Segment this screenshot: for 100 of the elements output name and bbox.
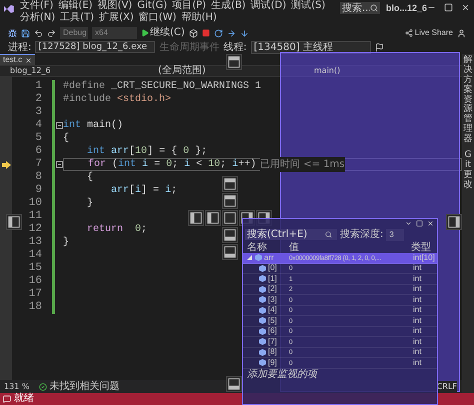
close-icon[interactable] [427,220,434,227]
code-line: { [63,132,70,146]
code-line: } [63,236,70,250]
add-watch-item[interactable]: 添加要监视的项 [243,368,437,380]
search-depth-dropdown[interactable]: 3 [386,228,404,240]
code-line: return 0; [86,223,148,237]
column-header[interactable]: 类型 [411,240,431,254]
watch-type: int [413,338,422,346]
save-icon[interactable] [21,28,30,38]
watch-name: [6] [268,327,277,336]
line-number: 14 [28,248,42,262]
dock-top-icon[interactable] [226,54,242,70]
fold-icon[interactable] [56,122,62,129]
search-icon [325,231,332,238]
zoom-level[interactable]: 131 % [4,380,30,392]
member-dropdown[interactable]: main() [314,67,340,75]
redo-icon[interactable] [47,28,56,38]
dock-top-icon[interactable] [222,193,238,209]
line-number: 12 [28,222,42,236]
menu-item[interactable]: 视图(V) [96,0,134,12]
column-header[interactable]: 值 [289,240,411,254]
issues-status[interactable]: 未找到相关问题 [39,379,120,394]
undo-icon[interactable] [34,28,43,38]
menu-item[interactable]: 帮助(H) [179,12,219,24]
code-line: #include <stdio.h> [63,92,172,107]
search-icon [370,4,378,12]
dock-left-icon[interactable] [188,210,204,226]
maximize-icon[interactable] [416,220,423,227]
dock-bottom-icon[interactable] [222,227,238,243]
app-logo-icon [3,3,15,15]
live-share-button[interactable]: Live Share [404,27,453,39]
dropdown-icon[interactable] [405,220,412,227]
step-icon[interactable] [226,28,236,38]
flag-icon[interactable] [374,42,384,52]
watch-type: int [413,348,422,356]
continue-button[interactable]: 继续(C) [141,28,185,38]
menu-item[interactable]: 扩展(X) [97,12,136,24]
close-tab-icon[interactable] [25,56,32,64]
dock-top-icon[interactable] [222,176,238,192]
configuration-dropdown[interactable]: Debug [60,27,88,39]
watch-type: int [413,358,422,367]
watch-name: [1] [268,274,277,283]
line-number: 8 [34,170,42,184]
close-icon[interactable] [461,3,470,12]
fold-icon[interactable] [56,161,62,168]
side-tab[interactable]: 解决方案资源管理器 [464,56,472,146]
process-dropdown[interactable]: [127528] blog_12_6.exe [35,41,156,53]
watch-name: [7] [268,338,277,346]
menu-item[interactable]: 调试(D) [248,0,288,12]
watch-name: [2] [268,285,277,294]
stop-icon[interactable] [202,29,210,37]
scope-dropdown[interactable]: (全局范围) [150,66,300,76]
message-icon [3,395,11,403]
menu-item[interactable]: 分析(N) [18,12,58,24]
share-icon [404,29,413,37]
dock-left-icon[interactable] [6,214,22,230]
expander-icon[interactable] [247,254,253,261]
watch-type: int [413,296,422,304]
line-number: 2 [34,92,42,106]
box-icon[interactable] [188,28,198,38]
menu-item[interactable]: Git(G) [135,0,170,12]
menu-item[interactable]: 编辑(E) [56,0,95,12]
side-tab[interactable]: Git 更改 [464,151,472,191]
menu-item[interactable]: 工具(T) [58,12,96,24]
line-number: 18 [28,300,42,316]
bug-icon[interactable] [8,28,17,38]
search-field[interactable]: 搜索... [340,2,380,14]
dock-right-icon[interactable] [446,214,462,230]
code-line: { [86,170,94,185]
line-number: 1 [34,79,42,94]
watch-type: int [413,274,422,283]
watch-name: [3] [268,296,277,304]
elapsed-time-hint: 已用时间 <= 1ms [260,157,345,172]
dock-left-icon[interactable] [205,210,221,226]
thread-dropdown[interactable]: [134580] 主线程 [250,40,371,54]
menu-item[interactable]: 窗口(W) [136,12,178,24]
dock-bottom-icon[interactable] [226,376,242,392]
code-line: for (int i = 0; i < 10; i++) [87,158,256,172]
watch-name: arr [264,254,274,262]
watch-type: int [413,285,422,294]
play-icon [141,29,149,37]
maximize-icon[interactable] [444,3,453,12]
watch-name: [9] [268,358,277,367]
menu-item[interactable]: 生成(B) [209,0,248,12]
dock-center-icon[interactable] [222,210,238,226]
watch-search-field[interactable]: 搜索(Ctrl+E) [245,229,337,240]
project-dropdown[interactable]: blog_12_6 [0,67,150,75]
code-line: int arr[10] = { 0 }; [86,144,208,158]
dock-bottom-icon[interactable] [222,244,238,260]
column-header[interactable]: 名称 [243,240,289,254]
menu-item[interactable]: 测试(S) [289,0,328,12]
menu-item[interactable]: 项目(P) [170,0,208,12]
restart-icon[interactable] [214,28,223,38]
user-icon[interactable] [457,28,466,38]
step-into-icon[interactable] [240,28,249,38]
line-number: 4 [34,118,42,132]
line-number: 15 [28,261,42,276]
file-tab[interactable]: test.c [0,54,36,65]
platform-dropdown[interactable]: x64 [92,27,137,39]
watch-name: [0] [268,264,277,272]
